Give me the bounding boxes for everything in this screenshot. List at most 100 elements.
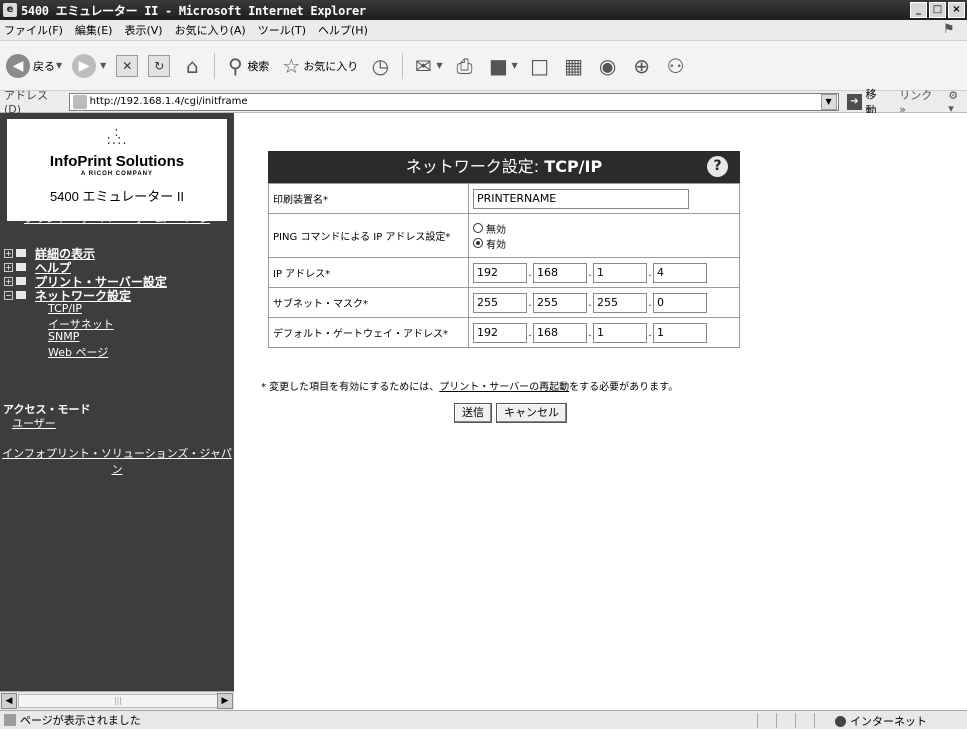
close-button[interactable]: × [948,2,965,18]
sidebar-frame: ::.:. InfoPrint Solutions A RICOH COMPAN… [0,113,234,710]
people-button[interactable]: ⚇ [664,54,688,78]
search-icon: ⚲ [227,53,243,78]
ip-octet-1[interactable]: 192 [473,262,527,283]
chevron-down-icon: ▼ [511,61,518,70]
menu-view[interactable]: 表示(V) [124,22,162,38]
messenger-button[interactable]: ◉ [596,54,620,78]
restart-print-server-link[interactable]: プリント・サーバーの再起動 [439,382,569,393]
security-zone[interactable]: インターネット [835,713,927,729]
menu-help[interactable]: ヘルプ(H) [318,22,368,38]
update-button[interactable]: ⊕ [630,54,654,78]
tree-child-tcpip[interactable]: TCP/IP [4,302,167,316]
minimize-button[interactable]: _ [910,2,927,18]
sidebar-horizontal-scrollbar[interactable]: ◀ ||| ▶ [0,691,234,710]
folder-icon [16,263,26,271]
gateway-octet-2[interactable]: 168 [533,322,587,343]
people-icon: ⚇ [666,53,685,78]
links-button[interactable]: リンク » [899,87,942,116]
discuss-button[interactable]: □ [528,54,552,78]
logo-name: InfoPrint Solutions [49,153,185,170]
tree-label[interactable]: ネットワーク設定 [35,287,131,304]
note-suffix: をする必要があります。 [569,382,679,393]
ie-icon: e [3,3,17,17]
ping-option-label: 無効 [486,224,506,236]
address-url[interactable]: http://192.168.1.4/cgi/initframe [90,96,248,107]
ip-octet-3[interactable]: 1 [593,262,647,283]
favorites-label: お気に入り [303,59,359,73]
tree-item-details[interactable]: + 詳細の表示 [4,246,167,261]
expand-icon[interactable]: + [4,262,13,272]
restart-note: * 変更した項目を有効にするためには、プリント・サーバーの再起動をする必要があり… [261,378,678,393]
subnet-octet-1[interactable]: 255 [473,292,527,313]
scroll-left-icon[interactable]: ◀ [1,693,17,709]
expand-icon[interactable]: + [4,276,13,286]
subnet-octet-2[interactable]: 255 [533,292,587,313]
collapse-icon[interactable]: − [4,290,13,300]
radio-enabled[interactable] [473,238,483,248]
form-row-subnet: サブネット・マスク* 255. 255. 255. 0 [268,287,740,318]
scroll-thumb[interactable]: ||| [18,694,218,708]
scroll-right-icon[interactable]: ▶ [217,693,233,709]
window-controls: _ □ × [910,2,965,18]
tcpip-settings-panel: ネットワーク設定: TCP/IP ? 印刷装置名* PRINTERNAME PI… [268,151,740,348]
history-button[interactable]: ◷ [368,54,392,78]
radio-disabled[interactable] [473,223,483,233]
toolbar-separator [402,52,404,79]
print-server-home-link[interactable]: プリント・サーバー・ホーム・ページ [0,210,234,226]
help-icon[interactable]: ? [707,156,728,177]
favorites-button[interactable]: ☆ お気に入り [279,54,358,78]
folder-icon [16,249,26,257]
ip-octet-2[interactable]: 168 [533,262,587,283]
infoprint-japan-link[interactable]: インフォプリント・ソリューションズ・ジャパン [0,445,234,477]
form-buttons: 送信 キャンセル [454,403,567,423]
edit-button[interactable]: ■ ▼ [486,54,518,78]
tree-item-network-settings[interactable]: − ネットワーク設定 [4,287,167,304]
folder-open-icon [16,291,26,299]
cancel-button[interactable]: キャンセル [496,403,567,423]
submit-button[interactable]: 送信 [454,403,492,423]
menu-edit[interactable]: 編集(E) [75,22,113,38]
search-button[interactable]: ⚲ 検索 [223,54,269,78]
home-button[interactable]: ⌂ [180,54,204,78]
stop-icon: ✕ [116,54,139,77]
forward-button[interactable]: ▶ ▼ [72,53,107,78]
ping-option-disabled[interactable]: 無効 [473,221,735,236]
chevron-down-icon: ▼ [100,61,107,70]
address-bar: アドレス(D) http://192.168.1.4/cgi/initframe… [0,88,967,117]
gateway-octet-3[interactable]: 1 [593,322,647,343]
window-titlebar: e 5400 エミュレーター II - Microsoft Internet E… [0,0,967,20]
ip-octet-4[interactable]: 4 [653,262,707,283]
subnet-octet-3[interactable]: 255 [593,292,647,313]
star-icon: ☆ [282,53,301,78]
subnet-octet-4[interactable]: 0 [653,292,707,313]
search-label: 検索 [247,59,270,73]
extension-icon[interactable]: ⚙ ▾ [948,89,967,115]
address-dropdown-icon[interactable]: ▼ [820,93,837,110]
maximize-button[interactable]: □ [929,2,946,18]
refresh-button[interactable]: ↻ [148,54,171,77]
address-input[interactable]: http://192.168.1.4/cgi/initframe [68,92,839,111]
links-label: リンク [899,89,933,102]
ping-option-enabled[interactable]: 有効 [473,236,735,251]
stop-button[interactable]: ✕ [116,54,139,77]
panel-header: ネットワーク設定: TCP/IP ? [268,151,740,183]
tree-child-snmp[interactable]: SNMP [4,330,167,344]
chevron-down-icon: ▼ [436,61,443,70]
gateway-octet-4[interactable]: 1 [653,322,707,343]
gateway-label: デフォルト・ゲートウェイ・アドレス* [268,317,469,348]
device-name-input[interactable]: PRINTERNAME [473,188,689,209]
access-user-link[interactable]: ユーザー [12,415,56,431]
print-button[interactable]: ⎙ [452,54,476,78]
research-button[interactable]: ▦ [562,54,586,78]
menu-tools[interactable]: ツール(T) [258,22,306,38]
expand-icon[interactable]: + [4,248,13,258]
menu-favorites[interactable]: お気に入り(A) [175,22,246,38]
back-button[interactable]: ◀ 戻る ▼ [6,53,62,78]
home-icon: ⌂ [185,53,199,78]
tree-child-web-page[interactable]: Web ページ [4,344,167,359]
menu-file[interactable]: ファイル(F) [4,22,63,38]
mail-button[interactable]: ✉ ▼ [411,53,443,78]
tree-child-ethernet[interactable]: イーサネット [4,316,167,331]
gateway-octet-1[interactable]: 192 [473,322,527,343]
mail-icon: ✉ [414,53,432,78]
